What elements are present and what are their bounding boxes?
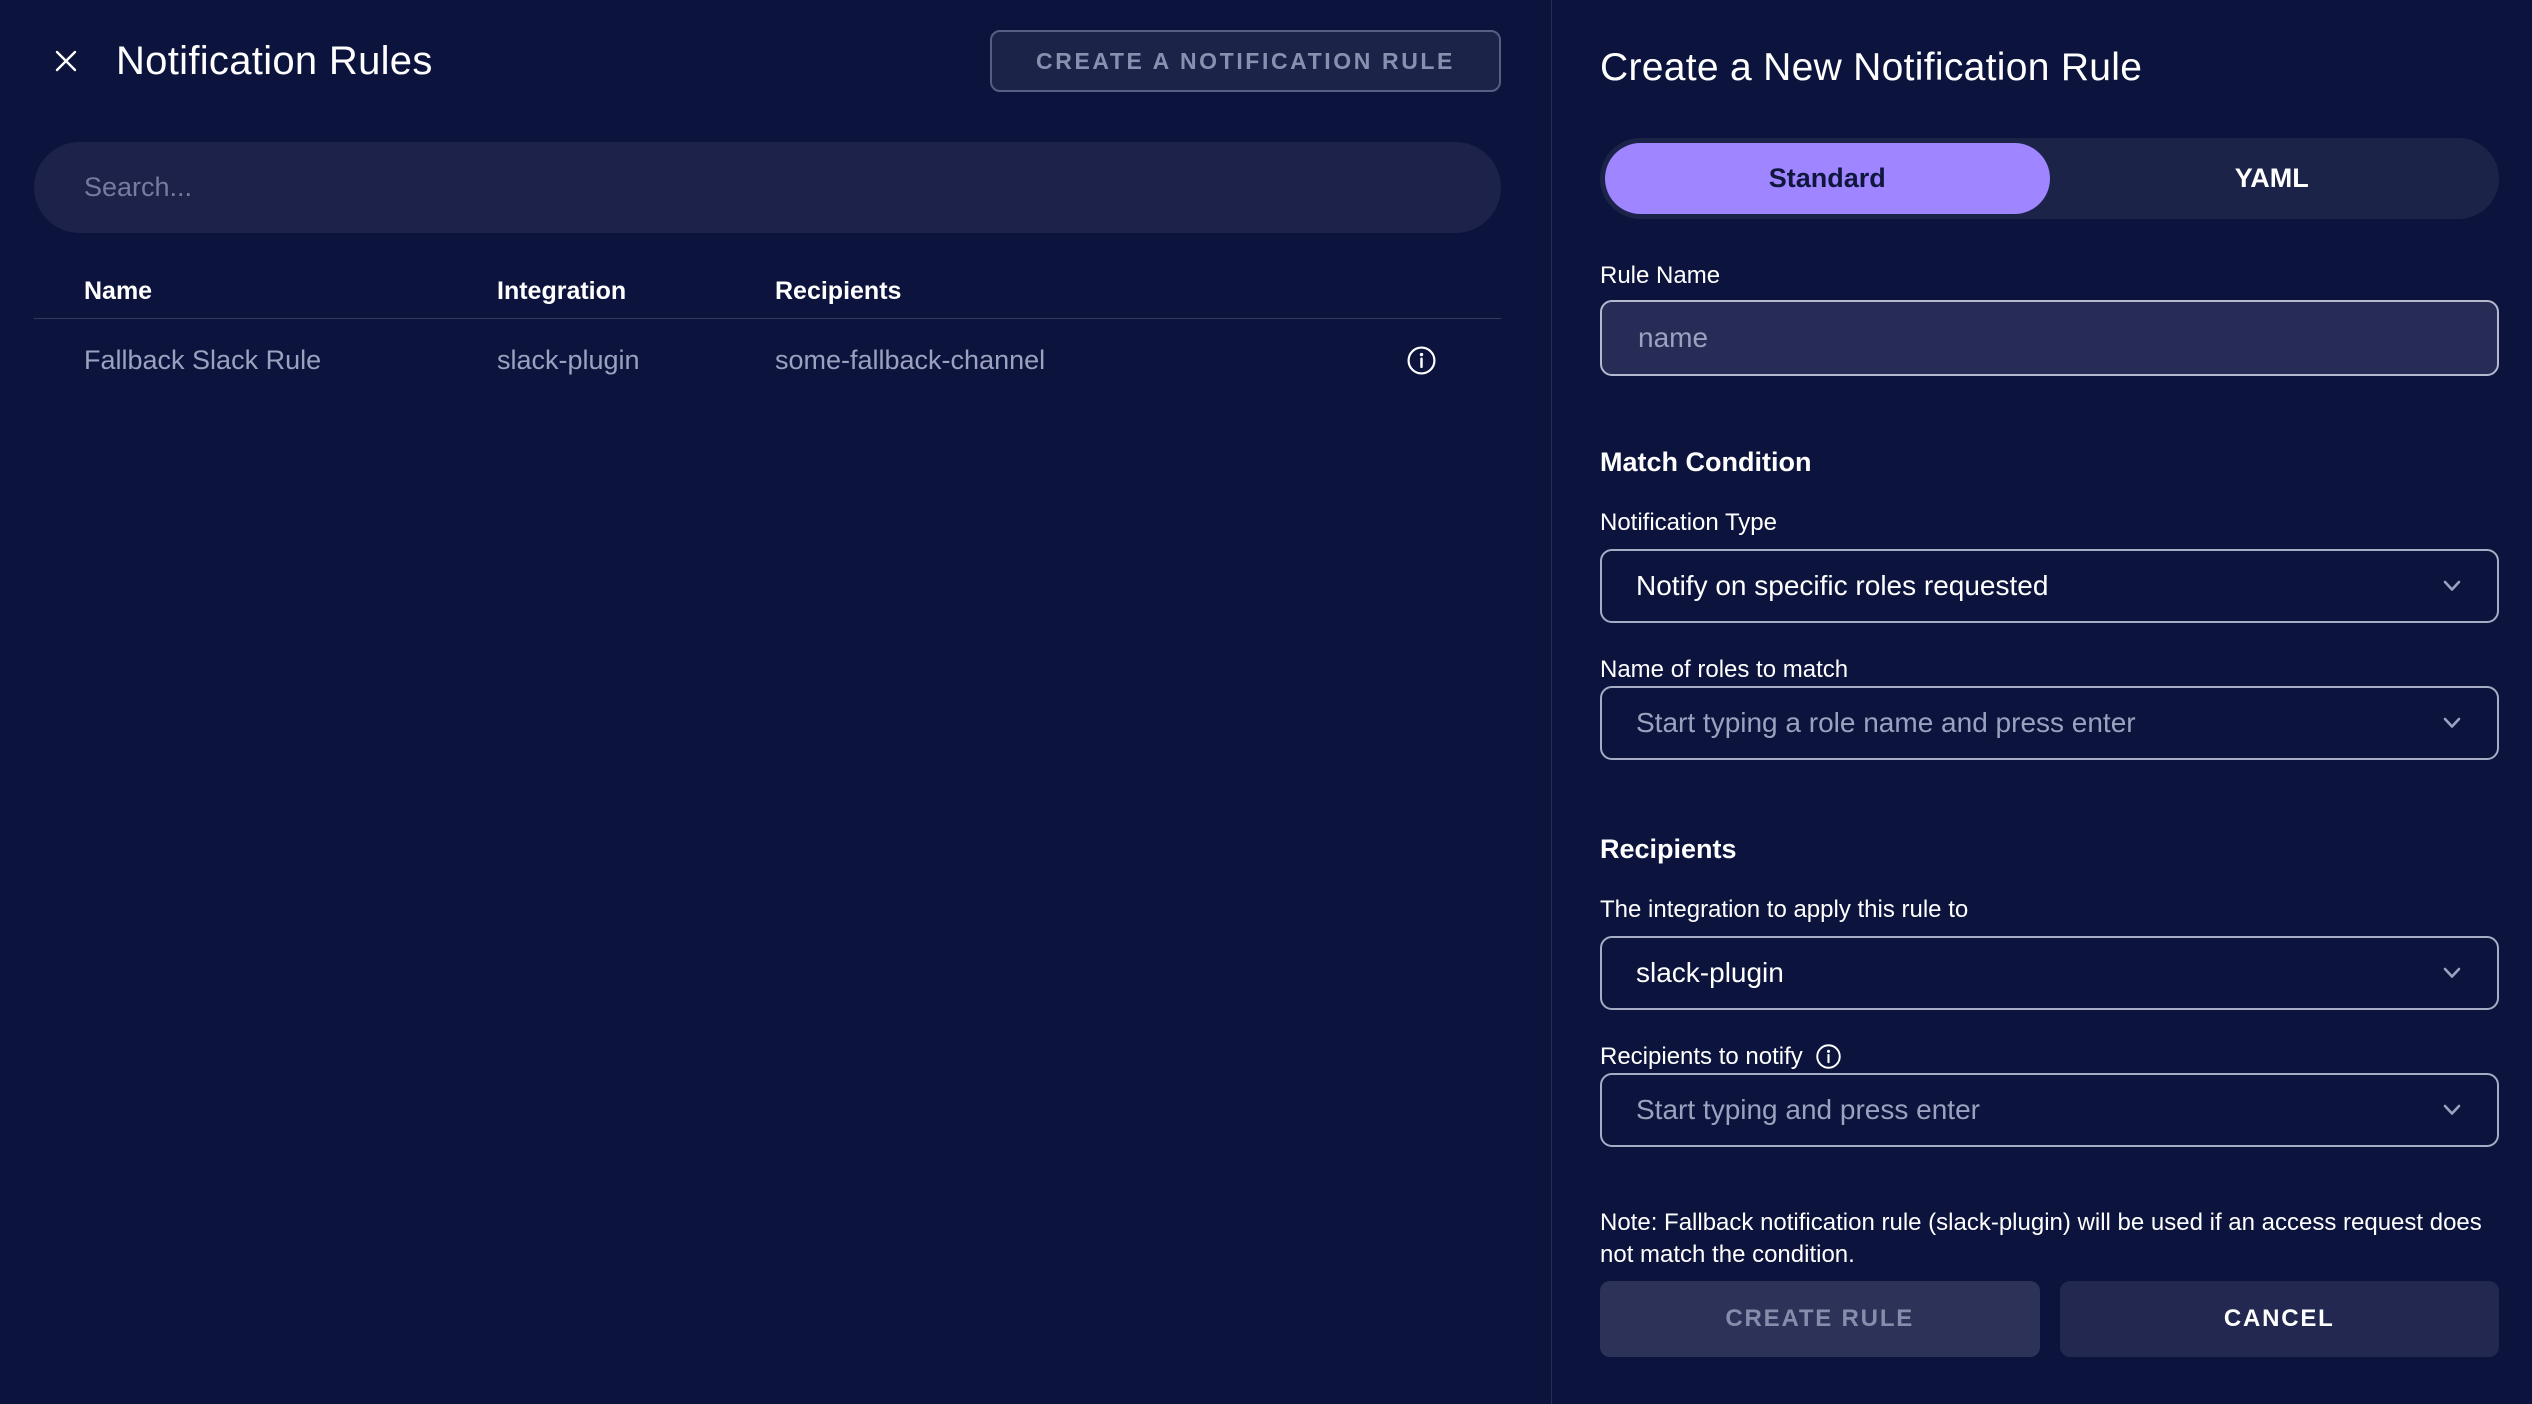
roles-to-match-label: Name of roles to match bbox=[1600, 656, 1849, 683]
recipients-to-notify-select[interactable]: Start typing and press enter bbox=[1600, 1073, 2499, 1147]
column-header-recipients: Recipients bbox=[775, 277, 902, 305]
column-header-actions bbox=[1341, 277, 1501, 306]
integration-value: slack-plugin bbox=[1636, 957, 1784, 988]
editor-mode-toggle: Standard YAML bbox=[1600, 138, 2499, 219]
create-rule-button[interactable]: CREATE RULE bbox=[1600, 1281, 2040, 1357]
rule-recipients-cell: some-fallback-channel bbox=[775, 345, 1046, 375]
left-panel-header: Notification Rules CREATE A NOTIFICATION… bbox=[34, 30, 1501, 92]
recipients-to-notify-label: Recipients to notify bbox=[1600, 1043, 1803, 1070]
match-condition-heading: Match Condition bbox=[1600, 447, 1812, 477]
page-title: Notification Rules bbox=[116, 38, 433, 83]
form-actions: CREATE RULE CANCEL bbox=[1600, 1281, 2499, 1357]
info-icon[interactable] bbox=[1406, 345, 1437, 376]
tab-yaml[interactable]: YAML bbox=[2050, 143, 2495, 214]
notification-type-label: Notification Type bbox=[1600, 509, 1777, 536]
rule-name-cell: Fallback Slack Rule bbox=[84, 345, 322, 375]
info-icon[interactable] bbox=[1815, 1043, 1842, 1070]
panel-title: Create a New Notification Rule bbox=[1600, 46, 2143, 89]
recipients-to-notify-label-row: Recipients to notify bbox=[1600, 1042, 2499, 1071]
tab-standard[interactable]: Standard bbox=[1605, 143, 2050, 214]
notification-rules-screen: Notification Rules CREATE A NOTIFICATION… bbox=[0, 0, 2532, 1404]
recipients-placeholder: Start typing and press enter bbox=[1636, 1094, 1980, 1125]
table-header-row: Name Integration Recipients bbox=[34, 233, 1501, 319]
recipients-heading: Recipients bbox=[1600, 834, 1737, 864]
rules-table: Name Integration Recipients Fallback Sla… bbox=[34, 233, 1501, 402]
create-notification-rule-button[interactable]: CREATE A NOTIFICATION RULE bbox=[990, 30, 1501, 92]
notification-type-value: Notify on specific roles requested bbox=[1636, 570, 2049, 601]
column-header-name: Name bbox=[84, 277, 153, 305]
column-header-integration: Integration bbox=[497, 277, 627, 305]
rule-name-label: Rule Name bbox=[1600, 262, 1721, 289]
chevron-down-icon bbox=[2437, 571, 2467, 601]
rule-name-input[interactable] bbox=[1600, 300, 2499, 376]
create-rule-panel: Create a New Notification Rule Standard … bbox=[1552, 0, 2532, 1404]
cancel-button[interactable]: CANCEL bbox=[2059, 1281, 2499, 1357]
notification-rules-panel: Notification Rules CREATE A NOTIFICATION… bbox=[0, 0, 1552, 1404]
chevron-down-icon bbox=[2437, 958, 2467, 988]
chevron-down-icon bbox=[2437, 1095, 2467, 1125]
integration-label: The integration to apply this rule to bbox=[1600, 896, 1969, 923]
table-row[interactable]: Fallback Slack Rule slack-plugin some-fa… bbox=[34, 319, 1501, 402]
fallback-note: Note: Fallback notification rule (slack-… bbox=[1600, 1209, 2482, 1268]
close-icon[interactable] bbox=[44, 39, 88, 83]
integration-select[interactable]: slack-plugin bbox=[1600, 936, 2499, 1010]
roles-placeholder: Start typing a role name and press enter bbox=[1636, 707, 2136, 738]
search-input[interactable] bbox=[34, 142, 1501, 233]
chevron-down-icon bbox=[2437, 708, 2467, 738]
rule-integration-cell: slack-plugin bbox=[497, 345, 640, 375]
notification-type-select[interactable]: Notify on specific roles requested bbox=[1600, 549, 2499, 623]
roles-to-match-select[interactable]: Start typing a role name and press enter bbox=[1600, 686, 2499, 760]
